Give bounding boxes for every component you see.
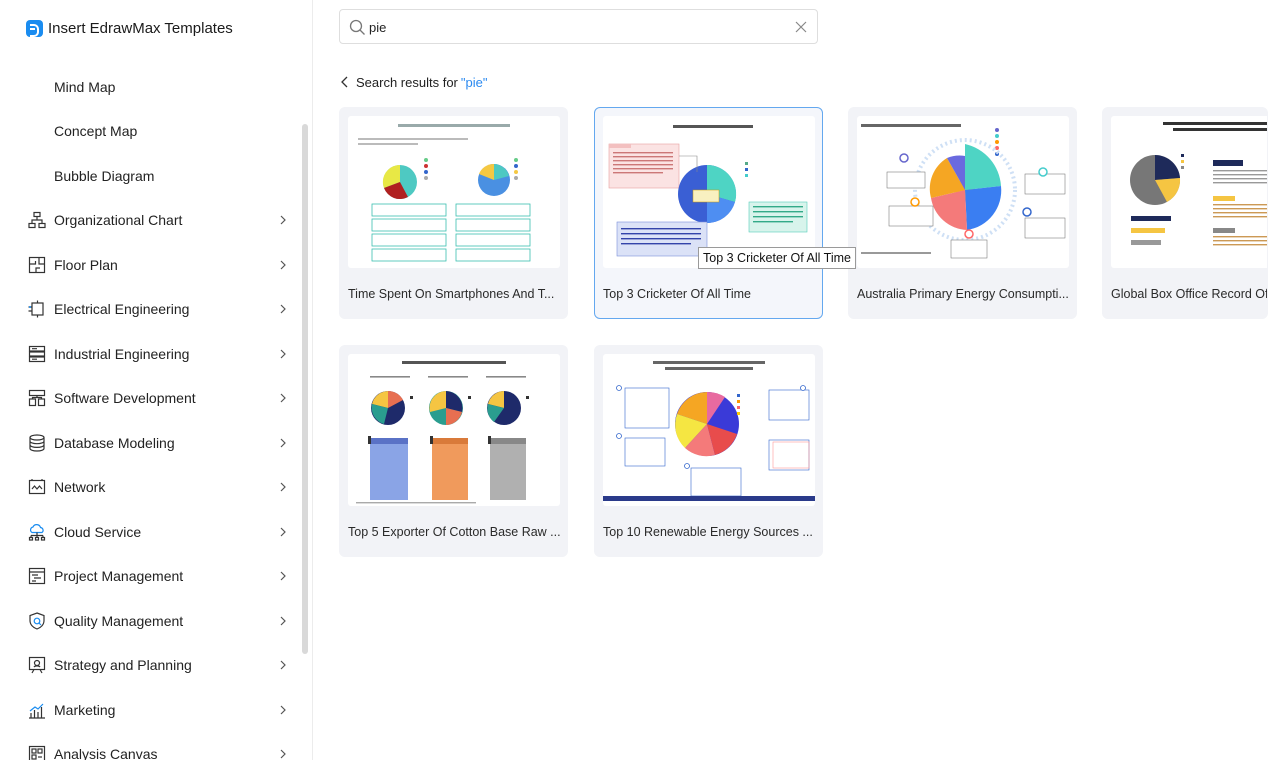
sidebar-item-network[interactable]: Network (0, 467, 300, 507)
template-card[interactable]: Top 10 Renewable Energy Sources ... (594, 345, 823, 557)
template-thumbnail (1111, 116, 1267, 268)
template-title: Global Box Office Record Of (1111, 287, 1268, 301)
sidebar-item-label: Cloud Service (54, 524, 142, 540)
search-box[interactable] (339, 9, 818, 44)
edrawmax-logo-icon (26, 19, 43, 37)
electrical-icon (28, 300, 46, 318)
chevron-right-icon (280, 571, 286, 581)
analysis-icon (28, 745, 46, 760)
sidebar-item-strategy-and-planning[interactable]: Strategy and Planning (0, 645, 300, 685)
sidebar-item-cloud-service[interactable]: Cloud Service (0, 512, 300, 552)
sidebar-title: Insert EdrawMax Templates (48, 19, 233, 37)
sidebar-item-label: Network (54, 479, 106, 495)
sidebar-item-software-development[interactable]: Software Development (0, 378, 300, 418)
template-thumbnail (857, 116, 1069, 268)
network-icon (28, 478, 46, 496)
results-label: Search results for (356, 74, 458, 90)
sidebar-item-floor-plan[interactable]: Floor Plan (0, 245, 300, 285)
sidebar-item-bubble-diagram[interactable]: Bubble Diagram (0, 156, 300, 196)
sidebar-item-concept-map[interactable]: Concept Map (0, 111, 300, 151)
sidebar-item-label: Database Modeling (54, 435, 175, 451)
marketing-icon (28, 701, 46, 719)
search-icon (349, 19, 365, 35)
sidebar-item-label: Industrial Engineering (54, 346, 190, 362)
sidebar-item-label: Electrical Engineering (54, 301, 190, 317)
back-to-templates[interactable]: Search results for "pie" (340, 73, 487, 91)
sidebar-item-electrical-engineering[interactable]: Electrical Engineering (0, 289, 300, 329)
sidebar-item-label: Project Management (54, 568, 184, 584)
sidebar-scrollbar[interactable] (302, 124, 308, 654)
org-chart-icon (28, 211, 46, 229)
chevron-right-icon (280, 349, 286, 359)
chevron-right-icon (280, 616, 286, 626)
database-icon (28, 434, 46, 452)
sidebar-item-label: Analysis Canvas (54, 746, 158, 760)
template-card[interactable]: Top 5 Exporter Of Cotton Base Raw ... (339, 345, 568, 557)
software-icon (28, 389, 46, 407)
sidebar-item-label: Software Development (54, 390, 196, 406)
chevron-right-icon (280, 393, 286, 403)
sidebar: Insert EdrawMax Templates Mind Map Conce… (0, 0, 313, 760)
template-thumbnail (348, 354, 560, 506)
sidebar-item-mind-map[interactable]: Mind Map (0, 67, 300, 107)
template-card[interactable]: Australia Primary Energy Consumpti... (848, 107, 1077, 319)
sidebar-item-industrial-engineering[interactable]: Industrial Engineering (0, 334, 300, 374)
strategy-icon (28, 656, 46, 674)
sidebar-item-database-modeling[interactable]: Database Modeling (0, 423, 300, 463)
template-title: Top 10 Renewable Energy Sources ... (603, 525, 813, 539)
cloud-icon (28, 523, 46, 541)
search-input[interactable] (369, 16, 789, 38)
chevron-right-icon (280, 527, 286, 537)
sidebar-item-label: Bubble Diagram (54, 168, 155, 184)
results-query: "pie" (460, 74, 488, 90)
chevron-right-icon (280, 438, 286, 448)
sidebar-item-organizational-chart[interactable]: Organizational Chart (0, 200, 300, 240)
chevron-right-icon (280, 482, 286, 492)
clear-icon[interactable] (793, 19, 809, 35)
template-title: Top 5 Exporter Of Cotton Base Raw ... (348, 525, 561, 539)
chevron-right-icon (280, 260, 286, 270)
sidebar-item-quality-management[interactable]: Quality Management (0, 601, 300, 641)
template-card[interactable]: Top 3 Cricketer Of All Time (594, 107, 823, 319)
template-title: Time Spent On Smartphones And T... (348, 287, 555, 301)
sidebar-item-label: Quality Management (54, 613, 184, 629)
chevron-right-icon (280, 304, 286, 314)
template-thumbnail (603, 116, 815, 268)
project-icon (28, 567, 46, 585)
quality-icon (28, 612, 46, 630)
sidebar-item-project-management[interactable]: Project Management (0, 556, 300, 596)
sidebar-item-label: Marketing (54, 702, 116, 718)
sidebar-item-label: Mind Map (54, 79, 116, 95)
chevron-right-icon (280, 749, 286, 759)
chevron-right-icon (280, 215, 286, 225)
sidebar-item-label: Concept Map (54, 123, 138, 139)
template-card[interactable]: Time Spent On Smartphones And T... (339, 107, 568, 319)
sidebar-item-label: Organizational Chart (54, 212, 183, 228)
sidebar-item-analysis-canvas[interactable]: Analysis Canvas (0, 734, 300, 760)
template-card[interactable]: Global Box Office Record Of (1102, 107, 1268, 319)
template-thumbnail (348, 116, 560, 268)
industrial-icon (28, 345, 46, 363)
template-title: Top 3 Cricketer Of All Time (603, 287, 751, 301)
sidebar-item-marketing[interactable]: Marketing (0, 690, 300, 730)
sidebar-header: Insert EdrawMax Templates (26, 18, 233, 38)
tooltip: Top 3 Cricketer Of All Time (698, 247, 856, 269)
chevron-left-icon (341, 76, 348, 88)
template-title: Australia Primary Energy Consumpti... (857, 287, 1069, 301)
template-thumbnail (603, 354, 815, 506)
chevron-right-icon (280, 705, 286, 715)
sidebar-item-label: Strategy and Planning (54, 657, 192, 673)
chevron-right-icon (280, 660, 286, 670)
sidebar-item-label: Floor Plan (54, 257, 118, 273)
floor-plan-icon (28, 256, 46, 274)
